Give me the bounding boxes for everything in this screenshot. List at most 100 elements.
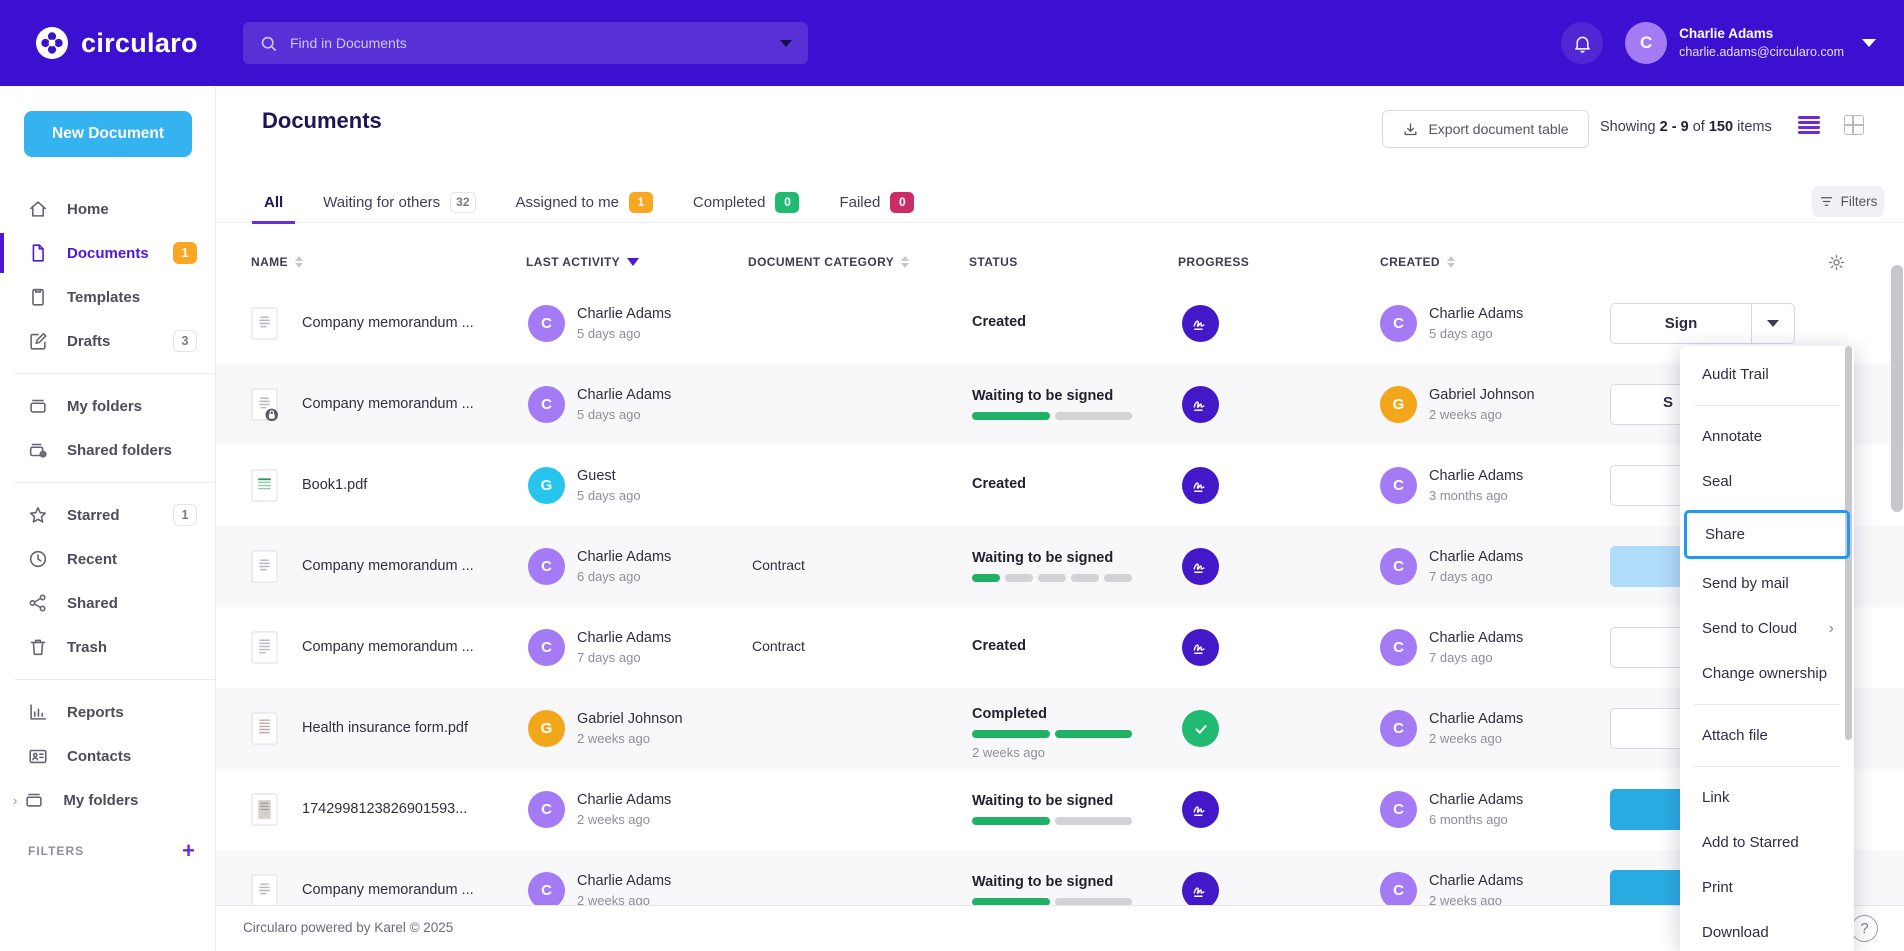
tab-assigned-to-me[interactable]: Assigned to me1 [496, 181, 673, 223]
menu-item-annotate[interactable]: Annotate [1680, 414, 1854, 459]
menu-item-seal[interactable]: Seal [1680, 459, 1854, 504]
completed-check-icon [1182, 710, 1219, 747]
column-header-name[interactable]: NAME [251, 255, 303, 269]
menu-divider [1694, 766, 1840, 767]
status-cell: Created [972, 607, 1142, 688]
column-header-status[interactable]: STATUS [969, 255, 1018, 269]
sort-desc-icon [627, 258, 639, 266]
column-header-last-activity[interactable]: LAST ACTIVITY [526, 255, 639, 269]
table-row[interactable]: Health insurance form.pdf G Gabriel John… [216, 688, 1904, 769]
table-header: NAME LAST ACTIVITY DOCUMENT CATEGORY STATUS… [216, 246, 1904, 283]
sidebar-item-recent[interactable]: Recent [0, 537, 215, 581]
menu-divider [1694, 704, 1840, 705]
table-row[interactable]: Book1.pdf G Guest 5 days ago Created C C… [216, 445, 1904, 526]
table-row[interactable]: Company memorandum ... C Charlie Adams 6… [216, 526, 1904, 607]
plus-icon[interactable]: + [182, 840, 195, 862]
chevron-down-icon [1862, 39, 1876, 47]
avatar: C [1380, 791, 1417, 828]
page-scrollbar-thumb[interactable] [1891, 265, 1903, 512]
signature-progress-icon [1182, 872, 1219, 905]
signature-progress-icon [1182, 386, 1219, 423]
column-header-document-category[interactable]: DOCUMENT CATEGORY [748, 255, 909, 269]
avatar: C [528, 791, 565, 828]
folder-icon [27, 395, 49, 417]
tab-completed[interactable]: Completed0 [673, 181, 820, 223]
tab-all[interactable]: All [244, 181, 303, 223]
last-activity-cell: Charlie Adams 5 days ago [577, 385, 671, 425]
sidebar-item-label: Documents [67, 245, 149, 262]
tab-waiting-for-others[interactable]: Waiting for others32 [303, 181, 495, 223]
sign-button[interactable]: Sign [1611, 304, 1751, 343]
shared-folder-icon [27, 439, 49, 461]
user-menu[interactable]: C Charlie Adams charlie.adams@circularo.… [1625, 22, 1876, 64]
menu-item-change-ownership[interactable]: Change ownership [1680, 651, 1854, 696]
sidebar-item-my-folders[interactable]: ›My folders [0, 778, 215, 822]
table-row[interactable]: Company memorandum ... C Charlie Adams 5… [216, 283, 1904, 364]
menu-item-attach-file[interactable]: Attach file [1680, 713, 1854, 758]
table-row[interactable]: Company memorandum ... C Charlie Adams 2… [216, 850, 1904, 905]
sidebar-item-label: Shared folders [67, 442, 172, 459]
sidebar-item-reports[interactable]: Reports [0, 690, 215, 734]
menu-item-add-to-starred[interactable]: Add to Starred [1680, 820, 1854, 865]
page-title: Documents [262, 108, 382, 134]
circularo-logo[interactable]: circularo [34, 25, 198, 61]
sidebar-item-documents[interactable]: Documents1 [0, 231, 215, 275]
list-view-icon[interactable] [1798, 116, 1820, 134]
row-actions-dropdown-toggle[interactable] [1751, 304, 1794, 343]
search-bar [243, 22, 808, 64]
chevron-right-icon: › [13, 793, 17, 808]
template-icon [27, 286, 49, 308]
chevron-right-icon: › [1829, 620, 1834, 638]
menu-item-print[interactable]: Print [1680, 865, 1854, 910]
sidebar-item-drafts[interactable]: Drafts3 [0, 319, 215, 363]
sidebar-filters-section: FILTERS + [0, 822, 215, 862]
user-avatar: C [1625, 22, 1667, 64]
sidebar-item-shared-folders[interactable]: Shared folders [0, 428, 215, 472]
sidebar-item-shared[interactable]: Shared [0, 581, 215, 625]
created-cell: Charlie Adams 2 weeks ago [1429, 709, 1523, 749]
table-row[interactable]: 1742998123826901593... C Charlie Adams 2… [216, 769, 1904, 850]
menu-item-link[interactable]: Link [1680, 775, 1854, 820]
created-cell: Gabriel Johnson 2 weeks ago [1429, 385, 1535, 425]
avatar: C [528, 872, 565, 905]
menu-item-send-to-cloud[interactable]: Send to Cloud› [1680, 606, 1854, 651]
sidebar-item-trash[interactable]: Trash [0, 625, 215, 669]
sidebar-item-label: My folders [67, 398, 142, 415]
document-thumbnail-icon [251, 468, 278, 503]
sidebar-item-contacts[interactable]: Contacts [0, 734, 215, 778]
sign-split-button[interactable]: Sign [1610, 303, 1795, 344]
sidebar-item-label: Home [67, 201, 109, 218]
avatar: C [528, 305, 565, 342]
menu-item-share[interactable]: Share [1684, 510, 1850, 559]
sidebar-badge: 1 [173, 504, 197, 526]
topbar: circularo C Charlie Ad [0, 0, 1904, 86]
filters-button[interactable]: Filters [1812, 186, 1884, 217]
export-document-table-button[interactable]: Export document table [1382, 110, 1589, 148]
tab-failed[interactable]: Failed0 [819, 181, 934, 223]
sidebar-item-home[interactable]: Home [0, 187, 215, 231]
sidebar-item-starred[interactable]: Starred1 [0, 493, 215, 537]
help-button[interactable]: ? [1851, 915, 1878, 942]
search-scope-dropdown-icon[interactable] [780, 40, 792, 47]
created-cell: Charlie Adams 2 weeks ago [1429, 871, 1523, 905]
grid-view-icon[interactable] [1844, 115, 1864, 135]
sidebar-item-templates[interactable]: Templates [0, 275, 215, 319]
signature-progress-icon [1182, 629, 1219, 666]
document-thumbnail-icon [251, 711, 278, 746]
menu-item-download[interactable]: Download [1680, 910, 1854, 951]
tab-badge: 32 [450, 192, 475, 213]
avatar: C [1380, 548, 1417, 585]
menu-item-audit-trail[interactable]: Audit Trail [1680, 352, 1854, 397]
items-count: Showing 2 - 9 of 150 items [1600, 119, 1772, 135]
search-input[interactable] [290, 35, 780, 51]
new-document-button[interactable]: New Document [24, 111, 192, 157]
table-row[interactable]: Company memorandum ... C Charlie Adams 5… [216, 364, 1904, 445]
sidebar-item-my-folders[interactable]: My folders [0, 384, 215, 428]
column-header-progress[interactable]: PROGRESS [1178, 255, 1249, 269]
notifications-button[interactable] [1561, 22, 1603, 64]
table-row[interactable]: Company memorandum ... C Charlie Adams 7… [216, 607, 1904, 688]
last-activity-cell: Charlie Adams 6 days ago [577, 547, 671, 587]
column-settings-gear-icon[interactable] [1827, 253, 1846, 272]
menu-item-send-by-mail[interactable]: Send by mail [1680, 561, 1854, 606]
column-header-created[interactable]: CREATED [1380, 255, 1455, 269]
